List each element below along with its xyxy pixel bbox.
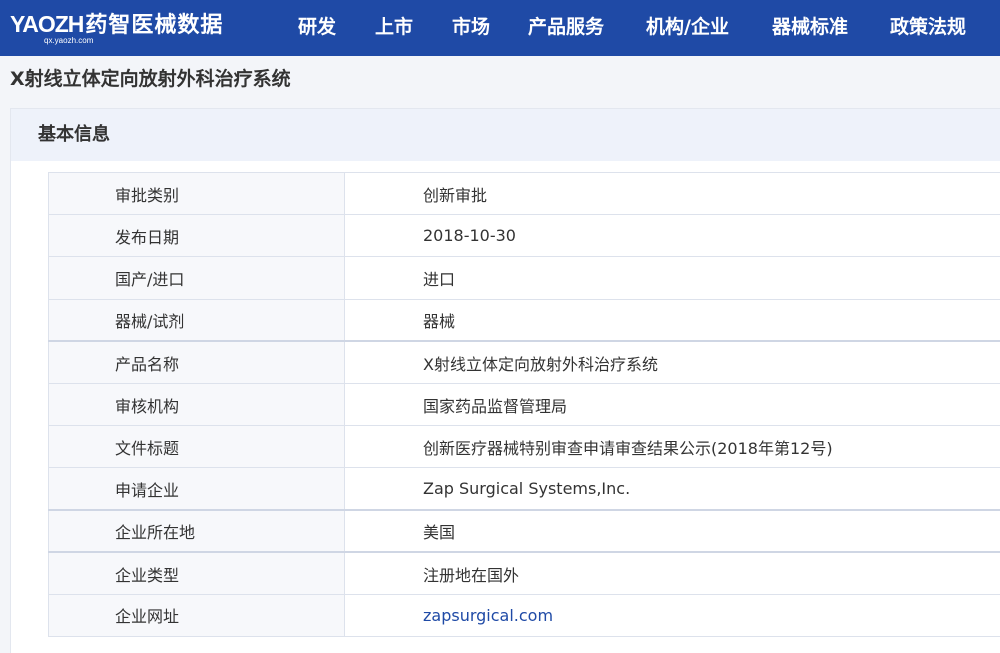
nav-item-research[interactable]: 研发 — [298, 0, 336, 56]
row-value: X射线立体定向放射外科治疗系统 — [344, 340, 1000, 384]
nav-item-policies[interactable]: 政策法规 — [890, 0, 966, 56]
table-row: 企业类型 注册地在国外 — [48, 551, 1000, 595]
row-value: 器械 — [344, 298, 1000, 342]
nav-item-product-services[interactable]: 产品服务 — [528, 0, 604, 56]
row-label: 企业所在地 — [48, 508, 345, 553]
logo-brand-en: YAOZH — [10, 11, 84, 37]
logo-brand-cn: 药智医械数据 — [85, 13, 224, 38]
nav-item-market[interactable]: 市场 — [452, 0, 490, 56]
row-value: 进口 — [344, 256, 1000, 300]
nav-item-listed[interactable]: 上市 — [375, 0, 413, 56]
row-label: 企业网址 — [48, 593, 345, 638]
nav-item-institutions[interactable]: 机构/企业 — [646, 0, 729, 56]
card-header: 基本信息 — [11, 109, 1000, 161]
table-row: 企业网址 zapsurgical.com — [48, 593, 1000, 638]
row-label: 产品名称 — [48, 340, 345, 384]
row-label: 审批类别 — [48, 171, 345, 216]
row-value: Zap Surgical Systems,Inc. — [344, 467, 1000, 511]
table-row: 申请企业 Zap Surgical Systems,Inc. — [48, 467, 1000, 511]
row-value: 2018-10-30 — [344, 214, 1000, 258]
row-value: 国家药品监督管理局 — [344, 382, 1000, 427]
yaozh-logo[interactable]: YAOZH药智医械数据 qx.yaozh.com — [10, 9, 250, 47]
logo-text: YAOZH药智医械数据 — [10, 9, 223, 39]
row-label: 申请企业 — [48, 467, 345, 511]
row-label: 文件标题 — [48, 425, 345, 469]
top-navigation-bar: YAOZH药智医械数据 qx.yaozh.com 研发 上市 市场 产品服务 机… — [0, 0, 1000, 56]
row-value: 创新医疗器械特别审查申请审查结果公示(2018年第12号) — [344, 425, 1000, 469]
company-website-link[interactable]: zapsurgical.com — [423, 606, 553, 625]
row-label: 器械/试剂 — [48, 298, 345, 342]
row-label: 企业类型 — [48, 551, 345, 595]
row-label: 审核机构 — [48, 382, 345, 427]
table-row: 产品名称 X射线立体定向放射外科治疗系统 — [48, 340, 1000, 384]
table-row: 文件标题 创新医疗器械特别审查申请审查结果公示(2018年第12号) — [48, 425, 1000, 469]
row-label: 国产/进口 — [48, 256, 345, 300]
section-title: 基本信息 — [38, 124, 110, 145]
nav-item-device-standards[interactable]: 器械标准 — [772, 0, 848, 56]
row-value: 美国 — [344, 508, 1000, 553]
table-row: 企业所在地 美国 — [48, 508, 1000, 553]
logo-domain: qx.yaozh.com — [44, 36, 94, 45]
table-row: 审核机构 国家药品监督管理局 — [48, 382, 1000, 427]
page-title: X射线立体定向放射外科治疗系统 — [10, 68, 291, 90]
row-label: 发布日期 — [48, 214, 345, 258]
row-value: zapsurgical.com — [344, 593, 1000, 638]
table-row: 器械/试剂 器械 — [48, 298, 1000, 342]
basic-info-table: 审批类别 创新审批 发布日期 2018-10-30 国产/进口 进口 器械/试剂… — [48, 171, 1000, 638]
table-row: 审批类别 创新审批 — [48, 171, 1000, 216]
table-row: 发布日期 2018-10-30 — [48, 214, 1000, 258]
table-row: 国产/进口 进口 — [48, 256, 1000, 300]
row-value: 注册地在国外 — [344, 551, 1000, 595]
row-value: 创新审批 — [344, 171, 1000, 216]
